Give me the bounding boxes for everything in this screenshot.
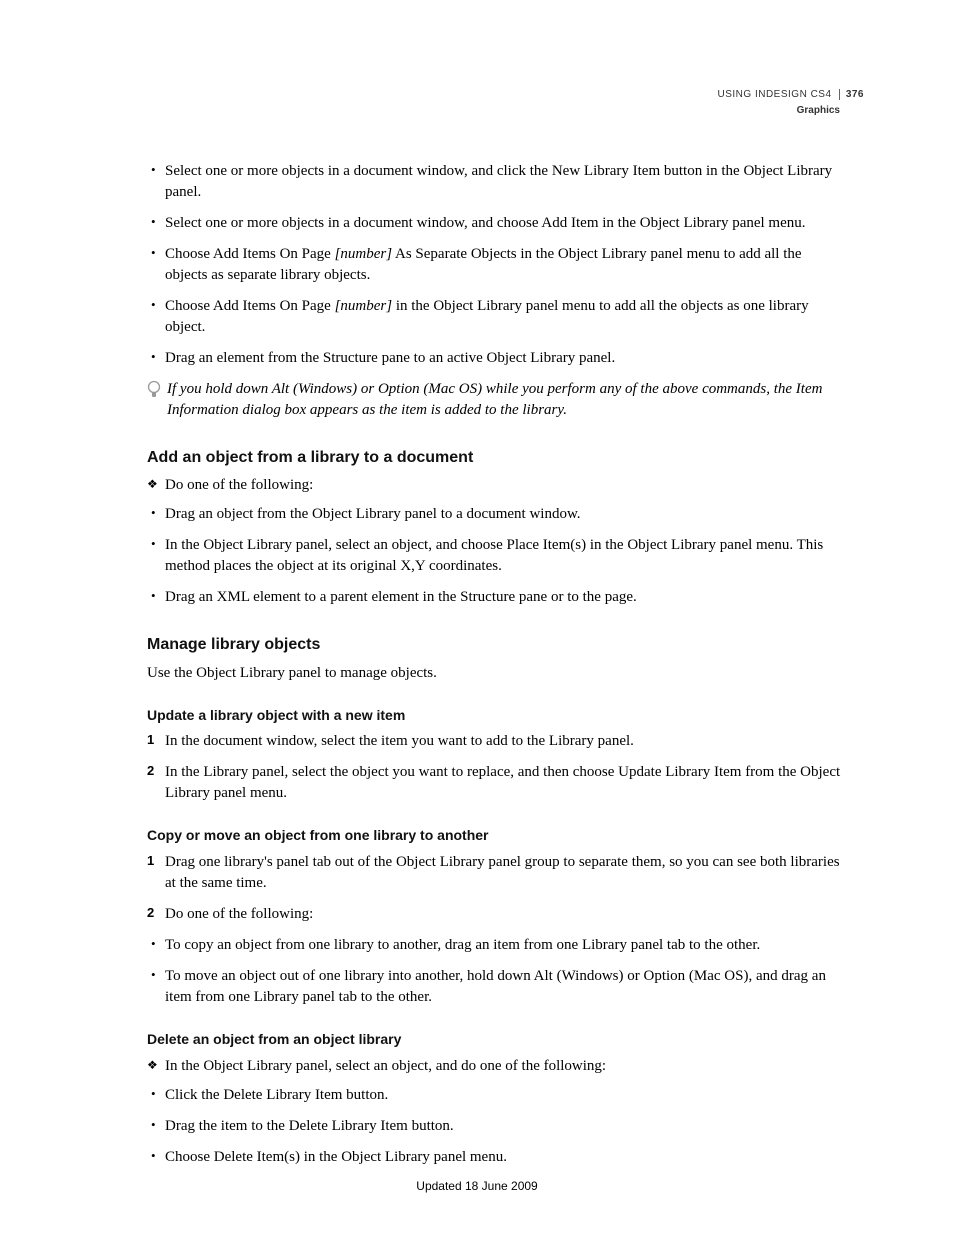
list-item: Select one or more objects in a document… xyxy=(165,213,846,234)
list-item: To move an object out of one library int… xyxy=(165,966,846,1008)
list-item: Drag an element from the Structure pane … xyxy=(165,348,846,369)
heading-delete: Delete an object from an object library xyxy=(147,1030,846,1050)
manage-intro: Use the Object Library panel to manage o… xyxy=(147,663,846,684)
list-item: Drag an object from the Object Library p… xyxy=(165,504,846,525)
list-item: In the Library panel, select the object … xyxy=(165,762,846,804)
list-item: Select one or more objects in a document… xyxy=(165,161,846,203)
page-header: USING INDESIGN CS4 376 Graphics xyxy=(718,88,865,118)
list-item: Drag the item to the Delete Library Item… xyxy=(165,1116,846,1137)
page-footer: Updated 18 June 2009 xyxy=(0,1178,954,1195)
lightbulb-icon xyxy=(147,380,161,400)
lead-line: Do one of the following: xyxy=(147,475,846,496)
page-body: Select one or more objects in a document… xyxy=(147,161,846,1168)
add-object-bullets: Drag an object from the Object Library p… xyxy=(147,504,846,608)
heading-update: Update a library object with a new item xyxy=(147,706,846,726)
list-item: In the Object Library panel, select an o… xyxy=(165,535,846,577)
heading-manage: Manage library objects xyxy=(147,634,846,656)
page-number: 376 xyxy=(839,89,864,100)
intro-bullets: Select one or more objects in a document… xyxy=(147,161,846,369)
list-item: Click the Delete Library Item button. xyxy=(165,1085,846,1106)
heading-add-object: Add an object from a library to a docume… xyxy=(147,447,846,469)
list-item: Choose Add Items On Page [number] in the… xyxy=(165,296,846,338)
list-item: In the document window, select the item … xyxy=(165,731,846,752)
tip-text: If you hold down Alt (Windows) or Option… xyxy=(167,379,846,421)
list-item: Choose Delete Item(s) in the Object Libr… xyxy=(165,1147,846,1168)
lead-line: In the Object Library panel, select an o… xyxy=(147,1056,846,1077)
list-item: Choose Add Items On Page [number] As Sep… xyxy=(165,244,846,286)
list-item: Drag an XML element to a parent element … xyxy=(165,587,846,608)
header-section: Graphics xyxy=(718,104,865,118)
heading-copymove: Copy or move an object from one library … xyxy=(147,826,846,846)
list-item: To copy an object from one library to an… xyxy=(165,935,846,956)
header-product: USING INDESIGN CS4 xyxy=(718,89,832,100)
copymove-steps: Drag one library's panel tab out of the … xyxy=(147,852,846,925)
list-item: Drag one library's panel tab out of the … xyxy=(165,852,846,894)
copymove-bullets: To copy an object from one library to an… xyxy=(147,935,846,1008)
update-steps: In the document window, select the item … xyxy=(147,731,846,804)
list-item: Do one of the following: xyxy=(165,904,846,925)
tip-note: If you hold down Alt (Windows) or Option… xyxy=(147,379,846,421)
delete-bullets: Click the Delete Library Item button. Dr… xyxy=(147,1085,846,1168)
